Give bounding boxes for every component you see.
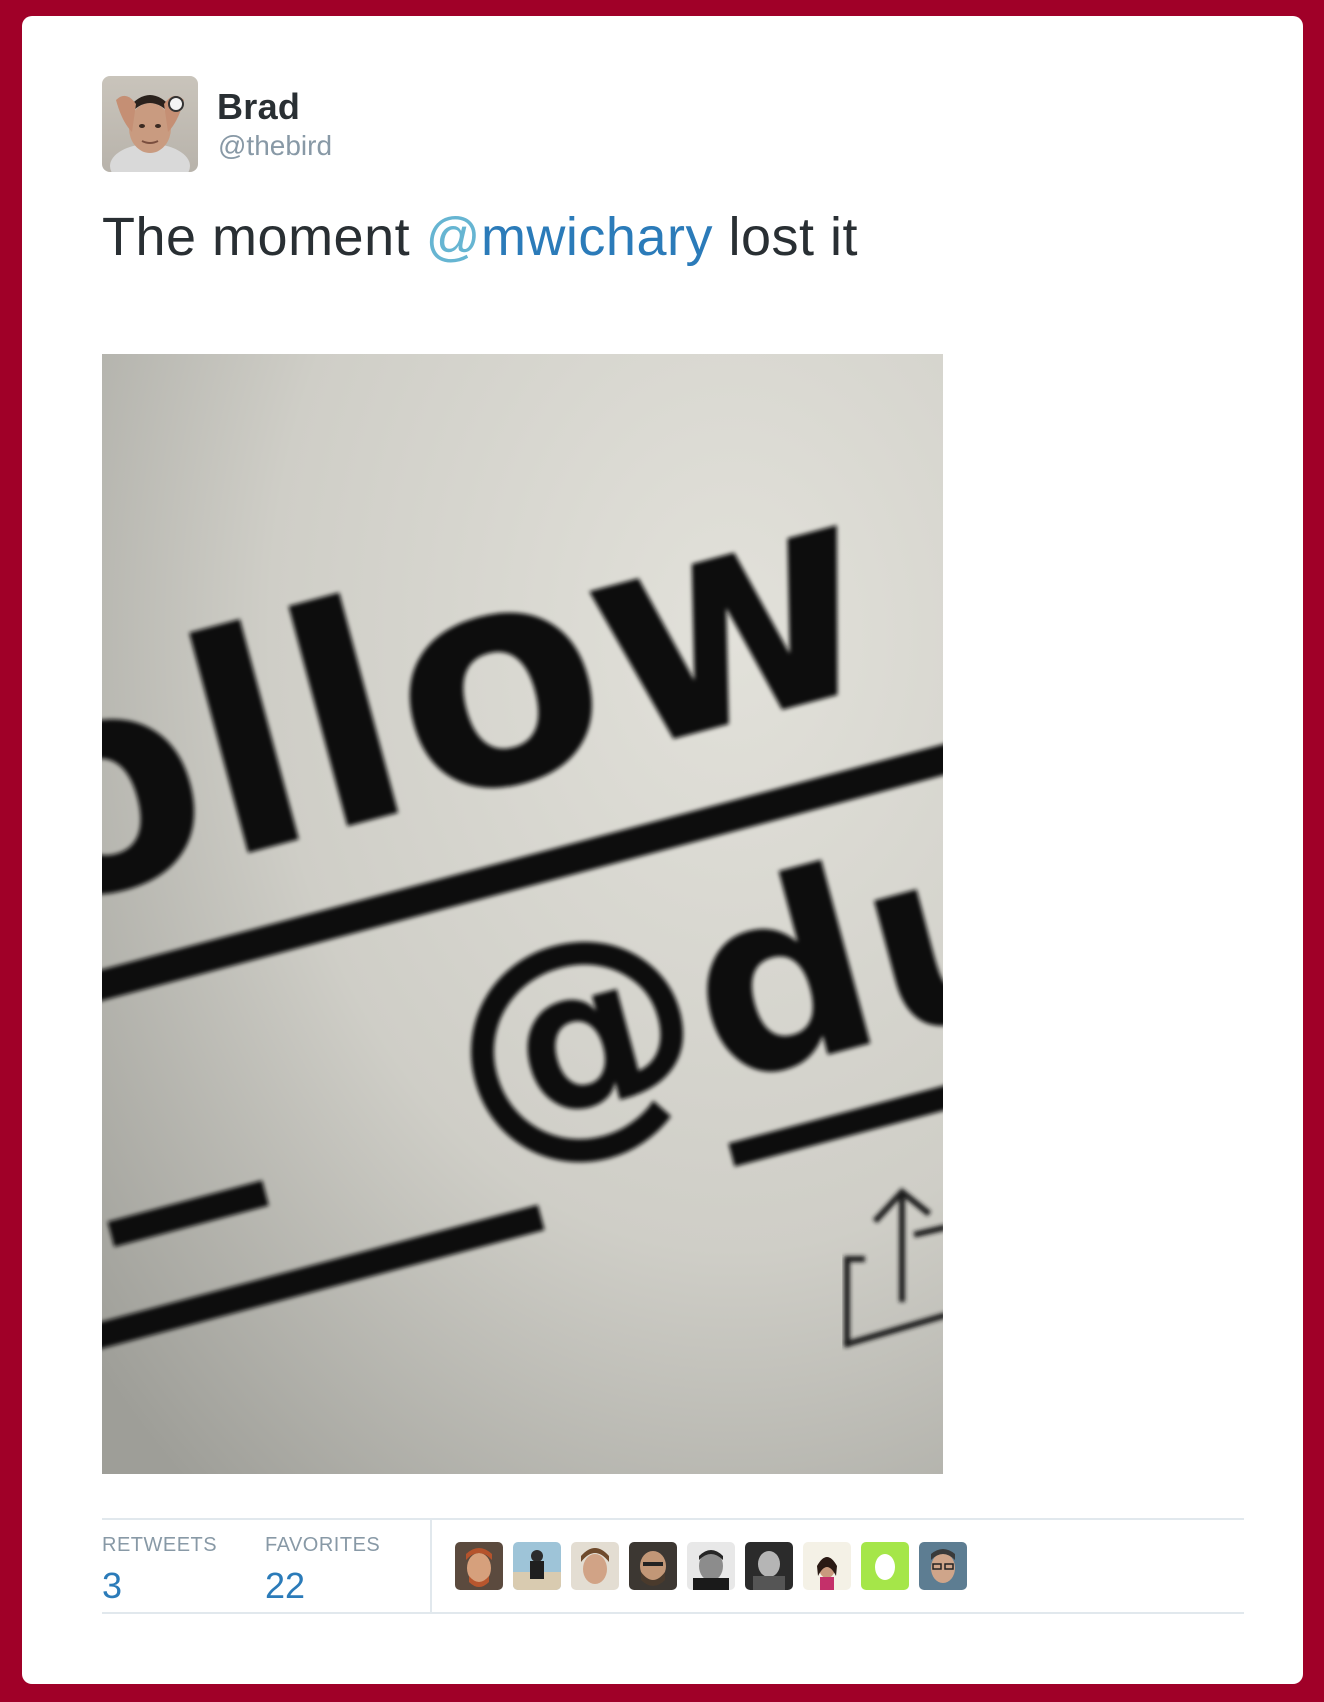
retweets-label: RETWEETS xyxy=(102,1534,218,1556)
retweets-count: 3 xyxy=(102,1565,123,1606)
tweet-card: Brad @thebird The moment @mwichary lost … xyxy=(22,16,1303,1684)
favoriter-avatar[interactable] xyxy=(455,1542,503,1590)
favorites-stat[interactable]: FAVORITES 22 xyxy=(265,1534,380,1607)
favoriter-avatar[interactable] xyxy=(745,1542,793,1590)
stats-divider-top xyxy=(102,1518,1244,1520)
stats-divider-vertical xyxy=(430,1520,432,1612)
tweet-text-after: lost it xyxy=(712,207,859,267)
tweet-text: The moment @mwichary lost it xyxy=(102,206,858,268)
tweet-text-before: The moment xyxy=(102,207,426,267)
favoriter-avatar[interactable] xyxy=(571,1542,619,1590)
favoriter-avatar[interactable] xyxy=(919,1542,967,1590)
favoriter-avatar[interactable] xyxy=(861,1542,909,1590)
favoriter-avatar[interactable] xyxy=(513,1542,561,1590)
favoriters-facepile xyxy=(455,1542,967,1592)
favoriter-avatar[interactable] xyxy=(687,1542,735,1590)
stats-divider-bottom xyxy=(102,1612,1244,1614)
retweets-stat[interactable]: RETWEETS 3 xyxy=(102,1534,217,1607)
author-avatar[interactable] xyxy=(102,76,198,172)
mention-at-symbol: @ xyxy=(425,207,481,267)
author-handle[interactable]: @thebird xyxy=(218,130,332,162)
favorites-label: FAVORITES xyxy=(265,1534,381,1556)
author-name[interactable]: Brad xyxy=(217,86,300,128)
mention-name: mwichary xyxy=(480,207,713,267)
tweet-photo[interactable]: ollow @dus xyxy=(102,354,943,1474)
favoriter-avatar[interactable] xyxy=(629,1542,677,1590)
favorites-count: 22 xyxy=(265,1565,306,1606)
mention-link[interactable]: @mwichary xyxy=(426,207,713,267)
favoriter-avatar[interactable] xyxy=(803,1542,851,1590)
